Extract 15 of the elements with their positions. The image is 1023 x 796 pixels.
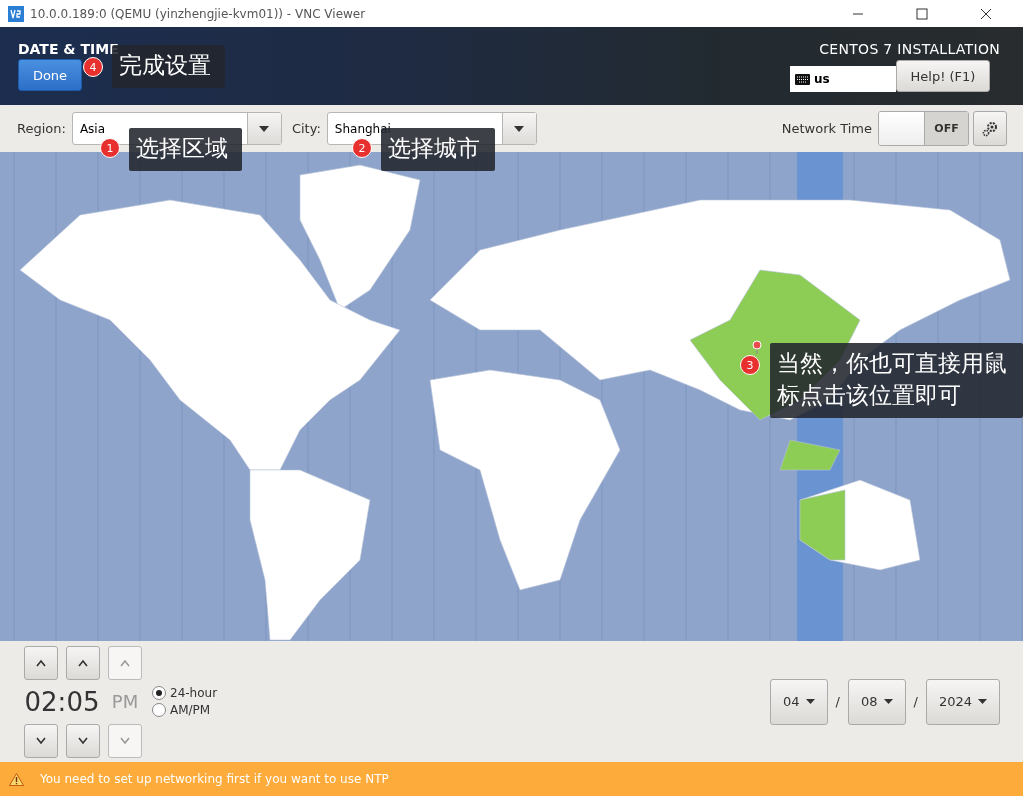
annotation-tooltip: 当然，你也可直接用鼠标点击该位置即可 <box>770 343 1023 418</box>
window-title: 10.0.0.189:0 (QEMU (yinzhengjie-kvm01)) - VNC Viewer <box>30 6 367 21</box>
warning-message: You need to set up networking first if you want to use NTP <box>40 772 389 786</box>
radio-label: AM/PM <box>170 703 211 717</box>
annotation-tooltip: 选择区域 <box>129 128 242 171</box>
network-time-label: Network Time <box>781 121 872 136</box>
city-label: City: <box>291 121 321 136</box>
region-label: Region: <box>17 121 66 136</box>
radio-label: 24-hour <box>170 686 218 700</box>
product-title: CENTOS 7 INSTALLATION <box>819 41 1000 57</box>
ampm-indicator: PM <box>110 689 140 714</box>
screen-title: DATE & TIME <box>18 41 119 57</box>
date-separator: / <box>913 694 918 709</box>
time-display: 02:05 <box>24 686 100 717</box>
date-separator: / <box>835 694 840 709</box>
